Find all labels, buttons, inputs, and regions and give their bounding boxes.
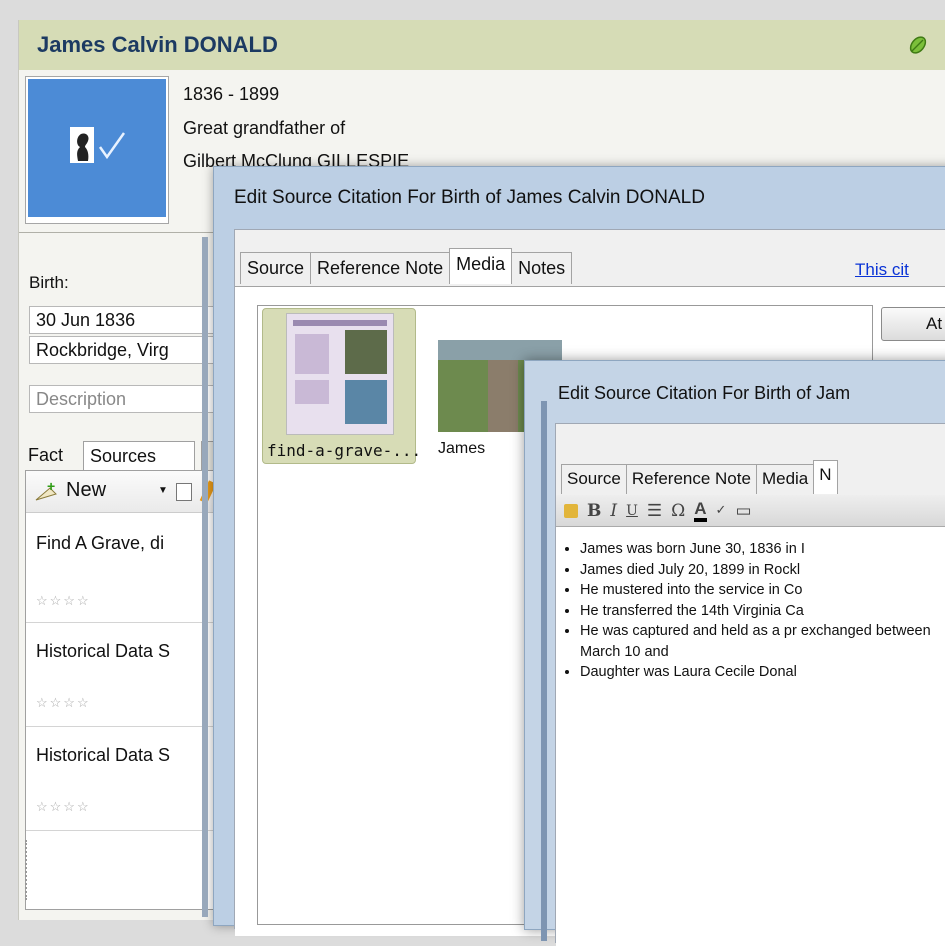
source-item[interactable]: Find A Grave, di ☆☆☆☆	[26, 513, 224, 623]
note-item: James died July 20, 1899 in Rockl	[580, 560, 945, 581]
dialog-tabs: Source Reference Note Media N	[561, 460, 838, 494]
font-color-button[interactable]: A	[694, 499, 707, 522]
divider	[19, 232, 239, 233]
tab-sources[interactable]: Sources	[83, 441, 195, 471]
attach-button[interactable]: At	[881, 307, 945, 341]
bold-button[interactable]: B	[587, 501, 601, 521]
person-header: James Calvin DONALD	[19, 20, 945, 70]
symbol-button[interactable]: Ω	[671, 501, 685, 521]
tab-media[interactable]: Media	[449, 248, 513, 284]
tab-media[interactable]: Media	[755, 464, 815, 494]
list-icon[interactable]: ☰	[647, 501, 662, 521]
print-icon[interactable]: ▭	[735, 501, 751, 521]
citation-link[interactable]: This cit	[855, 260, 909, 280]
tab-reference-note[interactable]: Reference Note	[625, 464, 757, 494]
rating-stars[interactable]: ☆☆☆☆	[36, 593, 91, 609]
tab-reference-note[interactable]: Reference Note	[310, 252, 451, 284]
leaf-icon[interactable]	[907, 34, 929, 56]
notes-list[interactable]: James was born June 30, 1836 in I James …	[566, 539, 945, 683]
birth-description-field[interactable]: Description	[29, 385, 219, 413]
source-title: Historical Data S	[36, 641, 171, 661]
resize-grip[interactable]	[25, 840, 27, 900]
tab-source[interactable]: Source	[561, 464, 627, 494]
media-item[interactable]: find-a-grave-...	[262, 308, 421, 464]
source-item[interactable]: Historical Data S ☆☆☆☆	[26, 623, 224, 727]
related-person-link[interactable]: Gilbert McClung GILLESPIE	[183, 151, 409, 167]
new-source-label: New	[66, 479, 107, 501]
tab-fact[interactable]: Fact	[25, 441, 82, 471]
spellcheck-icon[interactable]: ✓	[716, 503, 727, 518]
birth-date-field[interactable]: 30 Jun 1836	[29, 306, 219, 334]
sources-toolbar: + New ▼	[26, 471, 224, 513]
note-item: He transferred the 14th Virginia Ca	[580, 601, 945, 622]
note-item: Daughter was Laura Cecile Donal	[580, 662, 945, 683]
new-source-icon: +	[35, 480, 57, 500]
chevron-down-icon[interactable]: ▼	[158, 485, 168, 496]
source-item[interactable]: Historical Data S ☆☆☆☆	[26, 727, 224, 831]
italic-button[interactable]: I	[610, 501, 617, 521]
note-item: James was born June 30, 1836 in I	[580, 539, 945, 560]
sources-list: + New ▼ Find A Grave, di ☆☆☆☆ Historical…	[25, 470, 225, 910]
new-source-button[interactable]: + New	[34, 479, 106, 502]
edit-citation-dialog-nested: Edit Source Citation For Birth of Jam So…	[524, 360, 945, 946]
dialog-edge	[202, 237, 208, 917]
tab-notes[interactable]: N	[813, 460, 838, 494]
media-caption: James	[438, 440, 486, 457]
notes-pane: B I U ☰ Ω A ✓ ▭ James was born June 30, …	[556, 495, 945, 946]
media-caption: find-a-grave-...	[267, 441, 422, 460]
birth-label: Birth:	[29, 273, 69, 292]
dialog-tabs: Source Reference Note Media Notes	[240, 248, 573, 284]
person-photo-frame[interactable]	[25, 76, 169, 224]
tab-notes[interactable]: Notes	[511, 252, 573, 284]
rating-stars[interactable]: ☆☆☆☆	[36, 695, 91, 711]
tab-source[interactable]: Source	[240, 252, 312, 284]
source-title: Historical Data S	[36, 745, 171, 765]
dialog-title: Edit Source Citation For Birth of Jam	[558, 383, 851, 403]
editor-toolbar: B I U ☰ Ω A ✓ ▭	[556, 495, 945, 527]
note-item: He mustered into the service in Co	[580, 580, 945, 601]
source-title: Find A Grave, di	[36, 533, 165, 553]
relationship-text: Great grandfather of	[183, 118, 346, 138]
dialog-body: Source Reference Note Media N B I U ☰ Ω …	[555, 423, 945, 946]
rating-stars[interactable]: ☆☆☆☆	[36, 799, 91, 815]
life-dates: 1836 - 1899	[183, 84, 280, 104]
birth-place-field[interactable]: Rockbridge, Virg	[29, 336, 219, 364]
silhouette-check-icon	[70, 127, 126, 163]
underline-button[interactable]: U	[626, 503, 638, 519]
person-photo-placeholder	[28, 79, 166, 217]
dialog-edge	[541, 401, 547, 941]
svg-text:+: +	[47, 480, 55, 494]
person-name: James Calvin DONALD	[37, 32, 278, 57]
media-thumbnail	[286, 313, 394, 435]
dialog-title: Edit Source Citation For Birth of James …	[234, 187, 705, 208]
note-item: He was captured and held as a pr exchang…	[580, 621, 945, 662]
lock-icon[interactable]	[564, 503, 578, 518]
document-icon[interactable]	[176, 483, 192, 501]
